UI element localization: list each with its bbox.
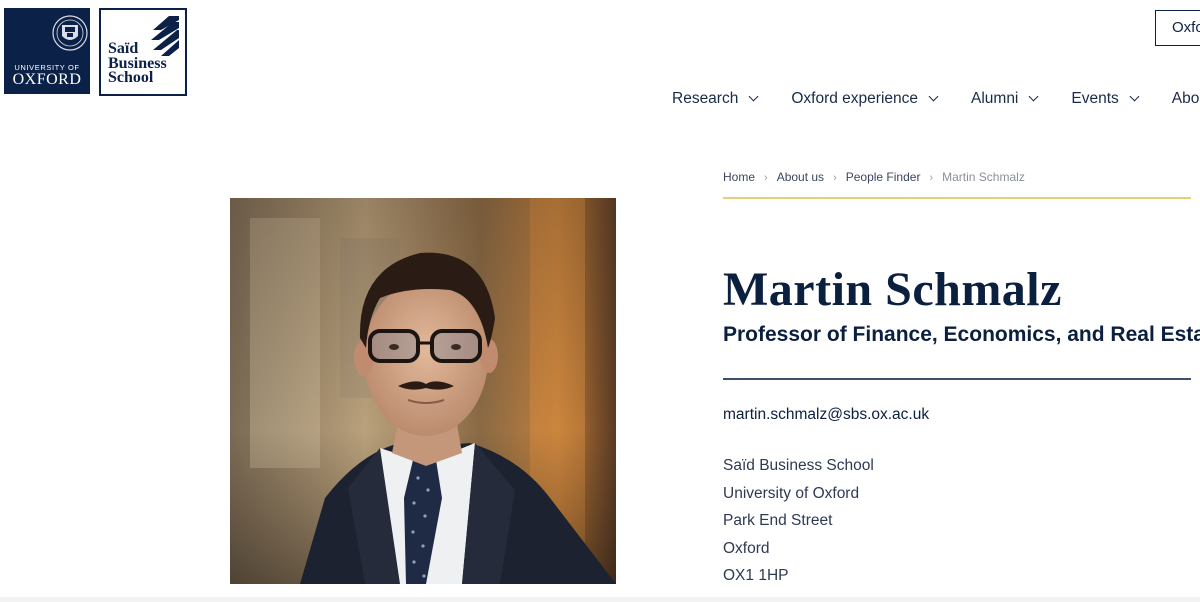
breadcrumb: Home › About us › People Finder › Martin Schma… — [723, 170, 1025, 184]
said-logo-line3: School — [108, 69, 154, 86]
breadcrumb-about-us[interactable]: About us — [777, 170, 824, 184]
nav-item-label: About — [1171, 90, 1200, 107]
nav-item-label: Events — [1071, 90, 1119, 107]
said-business-school-logo[interactable]: Saïd Business School — [99, 8, 187, 96]
nav-item-alumni[interactable]: Alumni — [971, 90, 1039, 108]
breadcrumb-current: Martin Schmalz — [942, 170, 1025, 184]
postal-address: Saïd Business School University of Oxfor… — [723, 456, 874, 594]
email-link[interactable]: martin.schmalz@sbs.ox.ac.uk — [723, 406, 929, 424]
top-right-button[interactable]: Oxford — [1155, 10, 1200, 46]
breadcrumb-divider — [723, 197, 1191, 199]
oxford-crest-icon — [52, 15, 88, 51]
person-name: Martin Schmalz — [723, 263, 1062, 316]
address-line: Park End Street — [723, 512, 833, 529]
profile-divider — [723, 378, 1191, 380]
oxford-logo-line2: OXFORD — [12, 71, 82, 88]
page: UNIVERSITY OF OXFORD Saïd Business Schoo… — [0, 0, 1200, 602]
person-title: Professor of Finance, Economics, and Rea… — [723, 323, 1200, 346]
breadcrumb-people-finder[interactable]: People Finder — [846, 170, 921, 184]
address-line: Oxford — [723, 539, 770, 557]
nav-item-label: Oxford experience — [791, 90, 918, 107]
said-logo-text: Saïd Business School — [108, 41, 184, 86]
nav-item-about[interactable]: About — [1172, 90, 1200, 108]
main-nav: Research Oxford experience Alumni Events Abo… — [672, 90, 1200, 112]
breadcrumb-separator-icon: › — [764, 172, 768, 184]
nav-item-events[interactable]: Events — [1071, 90, 1140, 108]
nav-item-oxford-experience[interactable]: Oxford experience — [791, 90, 939, 108]
chevron-down-icon — [1028, 91, 1039, 102]
profile-photo — [230, 198, 616, 584]
nav-item-research[interactable]: Research — [672, 90, 759, 108]
nav-item-label: Research — [672, 90, 739, 107]
address-line: Saïd Business School — [723, 457, 874, 474]
chevron-down-icon — [1129, 91, 1140, 102]
address-line: University of Oxford — [723, 484, 860, 502]
breadcrumb-separator-icon: › — [929, 172, 934, 184]
breadcrumb-home[interactable]: Home — [723, 170, 755, 184]
chevron-down-icon — [928, 91, 939, 102]
portrait-image — [230, 198, 616, 584]
breadcrumb-separator-icon: › — [833, 172, 837, 184]
nav-item-label: Alumni — [971, 90, 1019, 107]
chevron-down-icon — [748, 91, 759, 102]
page-bottom-edge — [0, 597, 1200, 602]
oxford-logo[interactable]: UNIVERSITY OF OXFORD — [4, 8, 90, 94]
address-line: OX1 1HP — [723, 567, 789, 584]
